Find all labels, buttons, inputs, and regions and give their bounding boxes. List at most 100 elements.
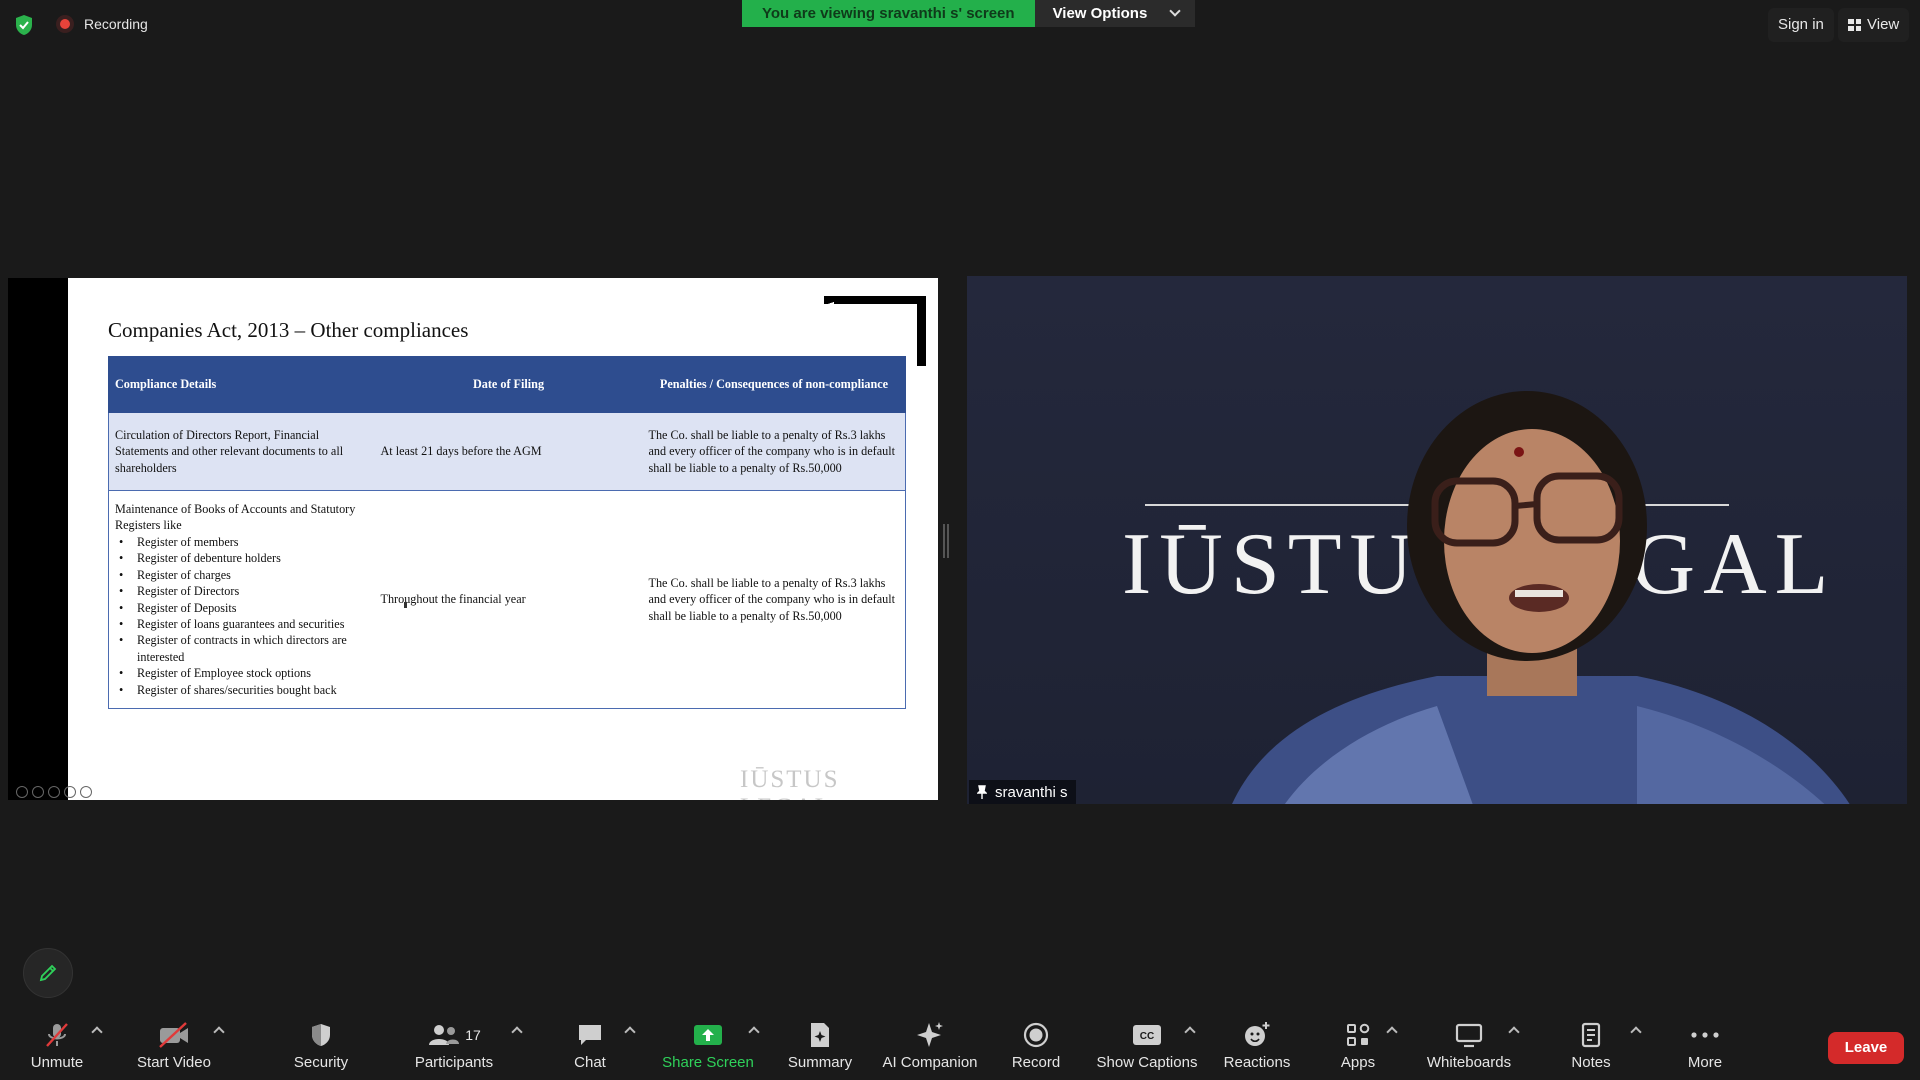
- slide-left-bar: [8, 278, 68, 800]
- chat-bubble-icon: [579, 1025, 601, 1045]
- whiteboard-icon: [1455, 1023, 1483, 1048]
- slide-watermark: IŪSTUS LEGAL: [740, 766, 840, 800]
- notes-label: Notes: [1571, 1054, 1611, 1071]
- next-slide-icon[interactable]: [80, 786, 92, 798]
- apps-options-caret[interactable]: [1386, 1026, 1398, 1038]
- table-cell: At least 21 days before the AGM: [374, 412, 643, 491]
- slide-controls[interactable]: [16, 786, 92, 798]
- meeting-toolbar: Unmute Start Video Security 17 Participa…: [0, 1010, 1920, 1080]
- video-off-icon: [159, 1022, 188, 1048]
- chat-label: Chat: [574, 1054, 606, 1071]
- leave-button[interactable]: Leave: [1828, 1032, 1904, 1064]
- svg-text:CC: CC: [1140, 1031, 1154, 1042]
- share-screen-label: Share Screen: [662, 1054, 754, 1071]
- ai-sparkle-icon: [917, 1022, 943, 1047]
- view-options-button[interactable]: View Options: [1034, 0, 1196, 27]
- list-item: Register of members: [115, 534, 369, 551]
- apps-button[interactable]: Apps: [1334, 1020, 1382, 1078]
- share-screen-button[interactable]: Share Screen: [660, 1020, 756, 1078]
- reactions-button[interactable]: Reactions: [1222, 1020, 1292, 1078]
- whiteboards-label: Whiteboards: [1426, 1054, 1512, 1071]
- start-video-label: Start Video: [137, 1054, 211, 1071]
- table-cell: Throughout the financial year: [374, 490, 643, 709]
- view-label: View: [1867, 16, 1900, 33]
- top-bar: Recording You are viewing sravanthi s' s…: [0, 0, 1920, 48]
- summary-button[interactable]: Summary: [784, 1020, 856, 1078]
- speaker-video[interactable]: IŪSTUS LEGAL sravanthi s: [967, 276, 1907, 804]
- table-header: Compliance Details: [108, 356, 375, 413]
- mouse-cursor: [404, 602, 407, 608]
- list-item: Register of debenture holders: [115, 550, 369, 567]
- security-shield-icon: [312, 1024, 330, 1046]
- list-item: Register of loans guarantees and securit…: [115, 616, 369, 633]
- participants-button[interactable]: 17 Participants: [410, 1020, 498, 1078]
- zoom-icon[interactable]: [64, 786, 76, 798]
- screen-share-banner: You are viewing sravanthi s' screen View…: [742, 0, 1196, 27]
- notes-icon: [1581, 1022, 1601, 1048]
- notes-options-caret[interactable]: [1630, 1026, 1642, 1038]
- record-button[interactable]: Record: [1008, 1020, 1064, 1078]
- participants-options-caret[interactable]: [511, 1026, 523, 1038]
- participant-name-tag: sravanthi s: [969, 780, 1076, 804]
- participants-icon: [429, 1025, 460, 1045]
- summary-icon: [811, 1023, 829, 1047]
- captions-icon[interactable]: [48, 786, 60, 798]
- chat-options-caret[interactable]: [624, 1026, 636, 1038]
- table-row: Circulation of Directors Report, Financi…: [108, 412, 906, 491]
- pencil-icon: [39, 964, 57, 982]
- share-screen-icon: [694, 1025, 722, 1045]
- reactions-emoji-icon: [1245, 1022, 1270, 1046]
- more-label: More: [1687, 1054, 1723, 1071]
- start-video-button[interactable]: Start Video: [132, 1020, 216, 1078]
- table-header: Date of Filing: [374, 356, 643, 413]
- record-label: Record: [1011, 1054, 1061, 1071]
- grid-view-icon: [1848, 19, 1861, 31]
- annotate-button[interactable]: [23, 948, 73, 998]
- shield-check-icon[interactable]: [14, 14, 34, 36]
- table-cell: The Co. shall be liable to a penalty of …: [642, 412, 906, 491]
- chevron-down-icon: [1169, 5, 1181, 17]
- list-item: Register of Directors: [115, 583, 369, 600]
- view-button[interactable]: View: [1838, 8, 1910, 42]
- slide-title: Companies Act, 2013 – Other compliances: [108, 318, 469, 342]
- unmute-button[interactable]: Unmute: [24, 1020, 90, 1078]
- table-cell: Circulation of Directors Report, Financi…: [108, 412, 375, 491]
- table-header: Penalties / Consequences of non-complian…: [642, 356, 906, 413]
- chat-button[interactable]: Chat: [562, 1020, 618, 1078]
- compliance-table: Compliance Details Date of Filing Penalt…: [108, 356, 906, 709]
- participants-count: 17: [465, 1027, 481, 1043]
- security-button[interactable]: Security: [288, 1020, 354, 1078]
- recording-icon: [56, 15, 74, 33]
- show-captions-button[interactable]: CC Show Captions: [1094, 1020, 1200, 1078]
- speaker-figure: [1232, 391, 1850, 804]
- ai-companion-button[interactable]: AI Companion: [878, 1020, 982, 1078]
- list-item: Register of shares/securities bought bac…: [115, 682, 369, 699]
- notes-button[interactable]: Notes: [1566, 1020, 1616, 1078]
- prev-slide-icon[interactable]: [16, 786, 28, 798]
- security-label: Security: [293, 1054, 349, 1071]
- view-options-label: View Options: [1052, 5, 1148, 22]
- recording-label: Recording: [84, 16, 148, 32]
- more-dots-icon: [1691, 1032, 1719, 1038]
- recording-indicator[interactable]: Recording: [56, 14, 148, 34]
- unmute-label: Unmute: [30, 1054, 84, 1071]
- table-cell: Maintenance of Books of Accounts and Sta…: [108, 490, 375, 709]
- list-item: Register of contracts in which directors…: [115, 632, 369, 665]
- record-icon: [1023, 1022, 1049, 1048]
- pin-icon[interactable]: [977, 785, 987, 799]
- apps-label: Apps: [1340, 1054, 1376, 1071]
- audio-options-caret[interactable]: [91, 1026, 103, 1038]
- panel-splitter-handle[interactable]: [943, 524, 949, 558]
- shared-screen[interactable]: Companies Act, 2013 – Other compliances …: [8, 278, 938, 800]
- microphone-muted-icon: [46, 1023, 68, 1047]
- list-item: Register of Employee stock options: [115, 665, 369, 682]
- table-row: Maintenance of Books of Accounts and Sta…: [108, 490, 906, 709]
- show-captions-label: Show Captions: [1096, 1054, 1198, 1071]
- registers-intro: Maintenance of Books of Accounts and Sta…: [115, 502, 356, 533]
- sign-in-button[interactable]: Sign in: [1768, 8, 1834, 42]
- registers-list: Register of members Register of debentur…: [115, 534, 369, 698]
- ai-companion-label: AI Companion: [882, 1054, 978, 1071]
- more-button[interactable]: More: [1680, 1020, 1730, 1078]
- whiteboards-button[interactable]: Whiteboards: [1422, 1020, 1516, 1078]
- pen-icon[interactable]: [32, 786, 44, 798]
